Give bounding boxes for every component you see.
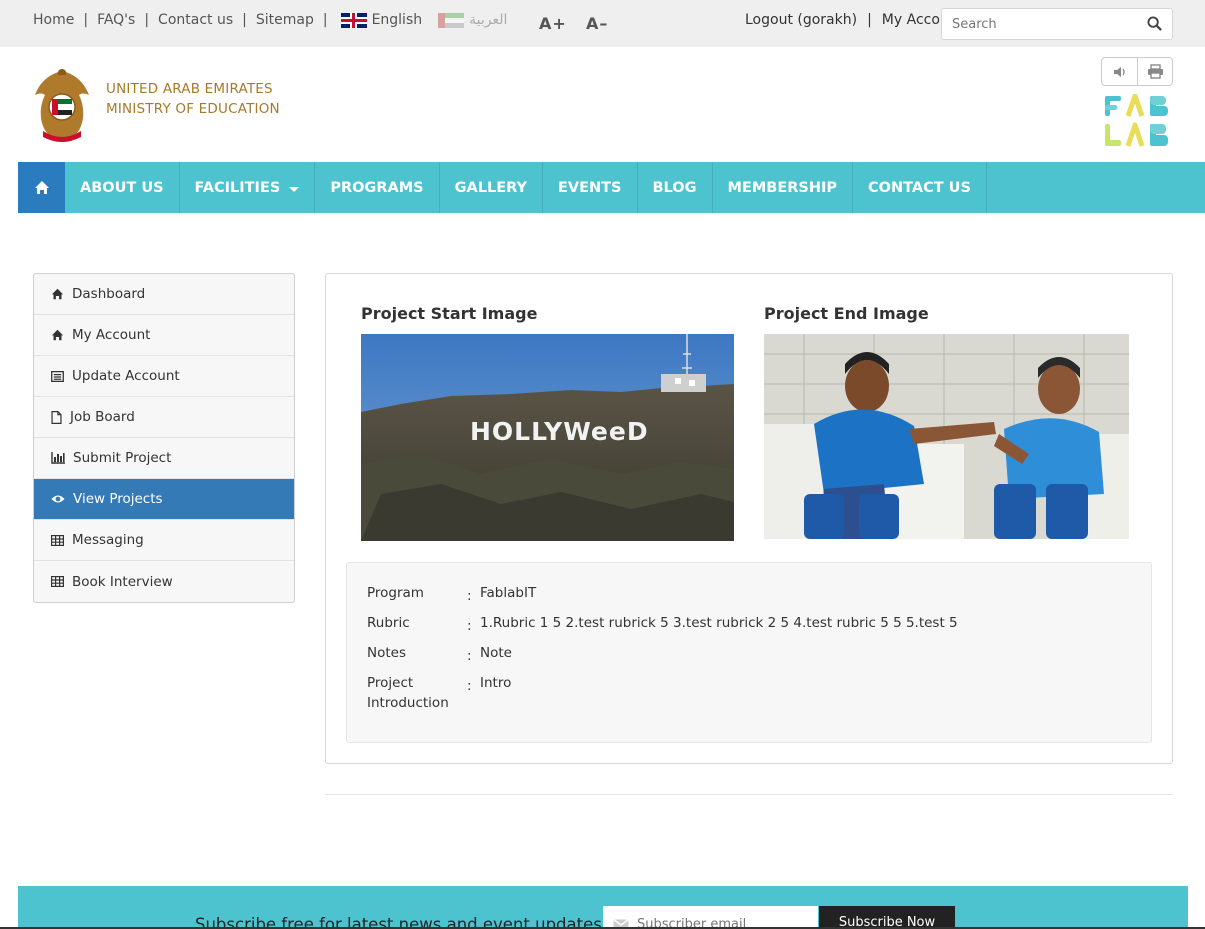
content-divider — [325, 794, 1173, 795]
nav-blog[interactable]: BLOG — [638, 162, 713, 213]
home-icon — [34, 181, 49, 194]
detail-value: Intro — [480, 675, 512, 691]
top-link-faqs[interactable]: FAQ's — [97, 12, 135, 28]
table-icon — [51, 534, 64, 546]
separator: | — [144, 12, 150, 28]
lang-arabic-label: العربية — [469, 12, 508, 28]
sidebar-item-update-account[interactable]: Update Account — [34, 356, 294, 397]
sidebar-item-label: View Projects — [73, 491, 163, 507]
nav-gallery[interactable]: GALLERY — [440, 162, 543, 213]
sidebar-item-book-interview[interactable]: Book Interview — [34, 561, 294, 602]
caret-down-icon — [289, 186, 300, 192]
search-icon[interactable] — [1147, 16, 1162, 35]
subscribe-button[interactable]: Subscribe Now — [819, 906, 955, 929]
home-icon — [51, 329, 64, 341]
sidebar-item-job-board[interactable]: Job Board — [34, 397, 294, 438]
detail-value: 1.Rubric 1 5 2.test rubrick 5 3.test rub… — [480, 615, 958, 631]
project-details-panel: Project Start Image Project End Image HO… — [325, 273, 1173, 764]
detail-colon: : — [467, 678, 472, 694]
main-nav: ABOUT US FACILITIES PROGRAMS GALLERY EVE… — [18, 162, 1205, 213]
detail-row-introduction: Project Introduction : Intro — [367, 673, 511, 713]
lang-arabic[interactable]: العربية — [438, 12, 507, 28]
project-end-image[interactable] — [764, 334, 1129, 539]
sidebar-item-label: Submit Project — [73, 450, 172, 466]
detail-key: Rubric — [367, 615, 410, 631]
detail-key: Notes — [367, 645, 406, 661]
top-link-home[interactable]: Home — [33, 12, 74, 28]
sign-text: HOLLYWeeD — [470, 417, 649, 446]
logout-link[interactable]: Logout (gorakh) — [745, 12, 857, 28]
nav-contact-us[interactable]: CONTACT US — [853, 162, 987, 213]
top-links: Home | FAQ's | Contact us | Sitemap | En… — [33, 12, 507, 28]
subscribe-bar: Subscribe free for latest news and event… — [18, 886, 1188, 929]
detail-value: FablabIT — [480, 585, 537, 601]
eye-icon — [51, 495, 65, 503]
nav-facilities-label: FACILITIES — [194, 179, 281, 196]
sidebar-item-submit-project[interactable]: Submit Project — [34, 438, 294, 479]
fablab-logo[interactable] — [1103, 93, 1173, 152]
project-details-box: Program : FablabIT Rubric : 1.Rubric 1 5… — [346, 562, 1152, 743]
account-links: Logout (gorakh) | My Account — [745, 12, 963, 28]
separator: | — [867, 12, 872, 28]
account-sidebar: Dashboard My Account Update Account Job … — [33, 273, 295, 603]
nav-programs[interactable]: PROGRAMS — [315, 162, 440, 213]
logo-line-1: UNITED ARAB EMIRATES — [106, 81, 273, 97]
file-icon — [51, 410, 62, 424]
sidebar-item-my-account[interactable]: My Account — [34, 315, 294, 356]
font-increase-button[interactable]: A+ — [539, 14, 567, 33]
sidebar-item-messaging[interactable]: Messaging — [34, 520, 294, 561]
separator: | — [83, 12, 89, 28]
sidebar-item-dashboard[interactable]: Dashboard — [34, 274, 294, 315]
top-link-sitemap[interactable]: Sitemap — [256, 12, 314, 28]
sidebar-item-label: Update Account — [72, 368, 180, 384]
detail-colon: : — [467, 618, 472, 634]
detail-key: Program — [367, 585, 424, 601]
end-image-title: Project End Image — [764, 304, 929, 323]
uae-flag-icon — [438, 12, 465, 28]
subscribe-email-box — [603, 906, 818, 929]
sidebar-item-label: Messaging — [72, 532, 144, 548]
detail-colon: : — [467, 588, 472, 604]
logo-line-2: MINISTRY OF EDUCATION — [106, 101, 280, 117]
detail-value: Note — [480, 645, 512, 661]
lang-english-label: English — [371, 12, 423, 28]
lang-english[interactable]: English — [340, 12, 423, 28]
detail-colon: : — [467, 648, 472, 664]
print-icon[interactable] — [1137, 58, 1172, 85]
detail-row-program: Program : FablabIT — [367, 583, 536, 606]
speaker-icon[interactable] — [1102, 58, 1137, 85]
separator: | — [322, 12, 328, 28]
ministry-name: UNITED ARAB EMIRATES MINISTRY OF EDUCATI… — [106, 79, 280, 119]
search-box — [941, 8, 1173, 40]
sidebar-item-view-projects[interactable]: View Projects — [34, 479, 294, 520]
table-icon — [51, 576, 64, 587]
detail-key: Project Introduction — [367, 675, 449, 711]
start-image-title: Project Start Image — [361, 304, 538, 323]
sidebar-item-label: My Account — [72, 327, 151, 343]
sidebar-item-label: Book Interview — [72, 573, 173, 590]
font-decrease-button[interactable]: A– — [586, 14, 608, 33]
search-input[interactable] — [942, 9, 1132, 39]
nav-home[interactable] — [18, 162, 65, 213]
nav-about-us[interactable]: ABOUT US — [65, 162, 180, 213]
sidebar-item-label: Job Board — [70, 409, 135, 425]
top-link-contact[interactable]: Contact us — [158, 12, 233, 28]
separator: | — [242, 12, 247, 28]
bar-chart-icon — [51, 452, 65, 464]
uk-flag-icon — [340, 12, 367, 28]
home-icon — [51, 288, 64, 300]
project-start-image[interactable]: HOLLYWeeD — [361, 334, 734, 541]
nav-events[interactable]: EVENTS — [543, 162, 638, 213]
nav-membership[interactable]: MEMBERSHIP — [713, 162, 854, 213]
top-utility-bar: Home | FAQ's | Contact us | Sitemap | En… — [0, 0, 1205, 47]
detail-row-notes: Notes : Note — [367, 643, 512, 666]
nav-facilities[interactable]: FACILITIES — [180, 162, 316, 213]
list-icon — [51, 370, 64, 382]
detail-row-rubric: Rubric : 1.Rubric 1 5 2.test rubrick 5 3… — [367, 613, 958, 636]
sidebar-item-label: Dashboard — [72, 286, 146, 302]
uae-emblem-logo[interactable] — [33, 67, 91, 147]
accessibility-tools — [1101, 57, 1173, 86]
